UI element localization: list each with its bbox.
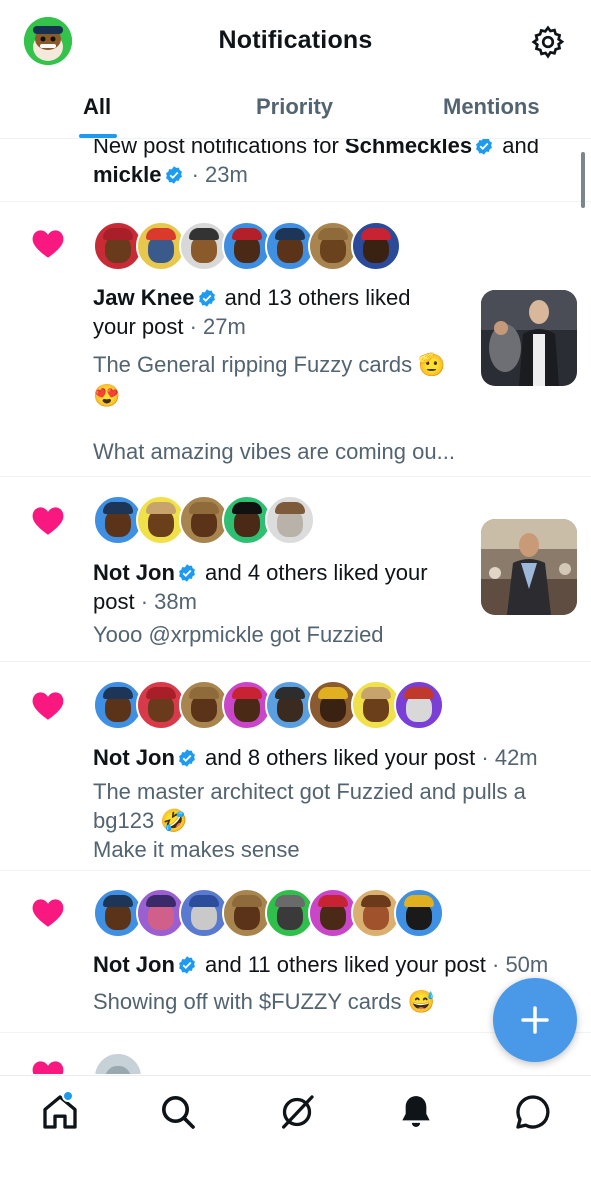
- compose-button[interactable]: [493, 978, 577, 1062]
- avatar[interactable]: [351, 221, 401, 271]
- notification-item-like[interactable]: Not Jon and 8 others liked your post · 4…: [0, 661, 591, 871]
- actor-name[interactable]: Not Jon: [93, 560, 175, 585]
- verified-badge-icon: [165, 166, 182, 184]
- liker-avatars: [93, 495, 315, 545]
- home-icon: [43, 1095, 77, 1129]
- post-thumbnail[interactable]: [481, 519, 577, 615]
- notification-text: New post notifications for Schmeckles an…: [93, 139, 563, 160]
- timestamp: · 27m: [183, 314, 246, 339]
- liker-avatars: [93, 888, 444, 938]
- notification-text-line2: post · 38m: [93, 589, 197, 614]
- heart-icon: [32, 1061, 64, 1074]
- actor-name[interactable]: Not Jon: [93, 952, 175, 977]
- search-icon: [162, 1096, 195, 1129]
- notification-text: Not Jon and 11 others liked your post · …: [93, 952, 549, 977]
- nav-notifications[interactable]: [396, 1092, 436, 1132]
- tab-all[interactable]: All: [83, 94, 111, 120]
- scrollbar[interactable]: [581, 152, 585, 208]
- tab-priority[interactable]: Priority: [256, 94, 333, 120]
- timestamp: · 50m: [485, 952, 549, 977]
- bottom-nav: [0, 1075, 591, 1201]
- liker-avatars: [93, 680, 444, 730]
- actor-name[interactable]: Schmeckles: [345, 139, 472, 158]
- page-title: Notifications: [218, 26, 373, 54]
- notification-text: Not Jon and 4 others liked your: [93, 560, 428, 585]
- notification-text-line2: mickle · 23m: [93, 160, 563, 189]
- actor-name[interactable]: Jaw Knee: [93, 285, 195, 310]
- nav-home[interactable]: [40, 1090, 80, 1132]
- actor-name[interactable]: mickle: [93, 162, 162, 187]
- heart-icon: [32, 692, 64, 720]
- top-bar: Notifications: [0, 0, 591, 82]
- post-snippet: The General ripping Fuzzy cards 🫡: [93, 352, 446, 377]
- settings-gear-icon[interactable]: [530, 24, 566, 60]
- bell-icon: [402, 1096, 430, 1127]
- notification-item-new-post[interactable]: New post notifications for Schmeckles an…: [0, 139, 591, 202]
- tab-bar: All Priority Mentions: [0, 82, 591, 139]
- verified-badge-icon: [178, 956, 195, 974]
- post-snippet-quote: What amazing vibes are coming ou...: [93, 439, 455, 464]
- nav-messages[interactable]: [513, 1092, 553, 1132]
- active-tab-indicator: [79, 134, 117, 138]
- heart-icon: [32, 507, 64, 535]
- liker-avatars: [93, 221, 401, 271]
- liker-avatars: [93, 1052, 143, 1074]
- timestamp: · 38m: [134, 589, 197, 614]
- nav-grok[interactable]: [277, 1092, 317, 1132]
- heart-icon: [32, 899, 64, 927]
- avatar[interactable]: [394, 680, 444, 730]
- timestamp: · 42m: [475, 745, 538, 770]
- verified-badge-icon: [198, 289, 215, 307]
- tab-mentions[interactable]: Mentions: [443, 94, 540, 120]
- plus-icon: [521, 1006, 549, 1034]
- post-snippet: Yooo @xrpmickle got Fuzzied: [93, 622, 384, 647]
- messages-icon: [516, 1095, 550, 1129]
- heart-icon: [32, 230, 64, 258]
- timestamp: · 23m: [185, 162, 248, 187]
- post-thumbnail[interactable]: [481, 290, 577, 386]
- actor-name[interactable]: Not Jon: [93, 745, 175, 770]
- notification-item-like[interactable]: Not Jon and 4 others liked your post · 3…: [0, 476, 591, 662]
- verified-badge-icon: [178, 564, 195, 582]
- grok-icon: [282, 1095, 314, 1129]
- notification-text: Jaw Knee and 13 others liked: [93, 285, 411, 310]
- post-snippet-line2: bg123 🤣: [93, 808, 188, 833]
- unread-dot: [62, 1090, 74, 1102]
- notification-text: Not Jon and 8 others liked your post · 4…: [93, 745, 538, 770]
- notification-list[interactable]: New post notifications for Schmeckles an…: [0, 139, 591, 1074]
- avatar[interactable]: [265, 495, 315, 545]
- verified-badge-icon: [476, 139, 493, 155]
- post-snippet: The master architect got Fuzzied and pul…: [93, 779, 526, 804]
- notification-text-line2: your post · 27m: [93, 314, 246, 339]
- post-snippet-line3: Make it makes sense: [93, 837, 300, 862]
- verified-badge-icon: [178, 749, 195, 767]
- notification-item-like[interactable]: Jaw Knee and 13 others liked your post ·…: [0, 201, 591, 477]
- nav-search[interactable]: [158, 1092, 198, 1132]
- avatar[interactable]: [394, 888, 444, 938]
- avatar[interactable]: [93, 1052, 143, 1074]
